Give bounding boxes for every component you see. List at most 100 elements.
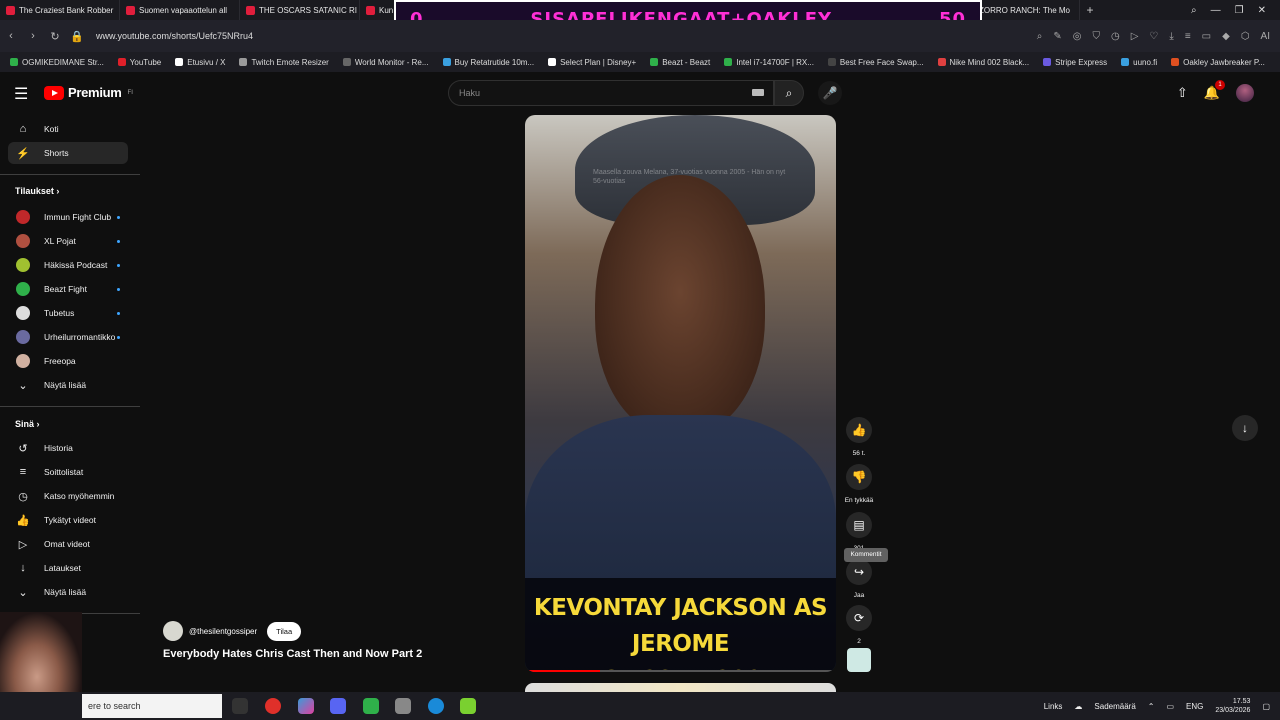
play-icon[interactable]: ▷ — [1131, 31, 1139, 42]
chevron-up-icon[interactable]: ⌃ — [1148, 702, 1155, 711]
bookmark-item[interactable]: Buy Retatrutide 10m... — [442, 58, 534, 67]
hamburger-menu-icon[interactable]: ☰ — [14, 84, 28, 104]
browser-tab[interactable]: Suomen vapaaottelun all — [120, 0, 240, 20]
bookmark-item[interactable]: Twitch Emote Resizer — [239, 58, 329, 67]
shield-icon[interactable]: ⛉ — [1092, 31, 1100, 42]
video-progress-bar[interactable] — [525, 670, 836, 672]
subscriptions-heading[interactable]: Tilaukset › — [15, 186, 59, 196]
lock-icon[interactable]: 🔒 — [66, 30, 88, 43]
maximize-icon[interactable]: ❐ — [1235, 5, 1244, 16]
shield-app-icon[interactable] — [395, 698, 411, 714]
sidebar-subscription[interactable]: Freeopa — [8, 350, 128, 372]
shorts-video-player[interactable]: Maasella zouva Melana, 37-vuotias vuonna… — [525, 115, 836, 672]
clock[interactable]: 17.53 23/03/2026 — [1215, 697, 1250, 715]
bookmark-item[interactable]: Etusivu / X — [175, 58, 225, 67]
network-icon[interactable]: ▭ — [1166, 702, 1174, 711]
keyboard-icon[interactable] — [752, 89, 764, 96]
dislike-button[interactable]: 👎 En tykkää — [844, 464, 874, 504]
close-icon[interactable]: ✕ — [1258, 5, 1266, 16]
sidebar-subscription[interactable]: Immun Fight Club — [8, 206, 128, 228]
search-button[interactable]: ⌕ — [774, 80, 804, 106]
sidebar-subscription[interactable]: Beazt Fight — [8, 278, 128, 300]
reload-icon[interactable]: ↻ — [44, 30, 66, 43]
channel-name[interactable]: @thesilentgossiper — [189, 627, 257, 636]
you-heading[interactable]: Sinä › — [15, 419, 40, 429]
bookmark-item[interactable]: OGMIKEDIMANE Str... — [10, 58, 104, 67]
sidebar-item-you[interactable]: ↺ Historia — [8, 437, 128, 459]
opera-icon[interactable] — [265, 698, 281, 714]
sidebar-subscription[interactable]: Häkissä Podcast — [8, 254, 128, 276]
clock-icon[interactable]: ◷ — [1111, 31, 1120, 42]
forward-icon[interactable]: › — [22, 30, 44, 42]
sidebar-subscription[interactable]: XL Pojat — [8, 230, 128, 252]
screenshot-icon[interactable]: ✎ — [1053, 31, 1061, 42]
notification-center-icon[interactable]: ▢ — [1262, 702, 1270, 711]
voice-search-button[interactable]: 🎤 — [818, 81, 842, 105]
language-label[interactable]: ENG — [1186, 702, 1203, 711]
app-icon[interactable] — [298, 698, 314, 714]
bookmark-item[interactable]: Best Free Face Swap... — [827, 58, 924, 67]
menu-list-icon[interactable]: ≡ — [1185, 31, 1191, 42]
channel-avatar[interactable] — [163, 621, 183, 641]
youtube-premium-logo[interactable]: Premium FI — [44, 85, 133, 100]
discord-icon[interactable] — [330, 698, 346, 714]
bookmark-item[interactable]: Oakley Jawbreaker P... — [1171, 58, 1265, 67]
notifications-button[interactable]: 🔔 1 — [1204, 80, 1225, 101]
search-input[interactable]: Haku — [448, 80, 774, 106]
show-more-button[interactable]: ⌄ Näytä lisää — [8, 581, 128, 603]
camera-icon[interactable]: ◎ — [1073, 31, 1082, 42]
task-view-icon[interactable] — [232, 698, 248, 714]
comments-button[interactable]: ▤ 301 — [844, 512, 874, 552]
extension-icon[interactable]: ◆ — [1222, 31, 1230, 42]
bookmark-item[interactable]: Stripe Express — [1043, 58, 1107, 67]
sidebar-subscription[interactable]: Urheilurromantikko — [8, 326, 128, 348]
share-button[interactable]: ↪ Jaa — [844, 559, 874, 599]
sidebar-subscription[interactable]: Tubetus — [8, 302, 128, 324]
links-label[interactable]: Links — [1044, 702, 1063, 711]
url-field[interactable]: www.youtube.com/shorts/Uefc75NRru4 — [96, 31, 253, 41]
sidebar-item-you[interactable]: 👍 Tykätyt videot — [8, 509, 128, 531]
sidebar-item-you[interactable]: ↓ Lataukset — [8, 557, 128, 579]
account-avatar[interactable] — [1236, 84, 1254, 102]
bookmark-item[interactable]: Select Plan | Disney+ — [548, 58, 636, 67]
taskbar-search[interactable]: ere to search — [82, 694, 222, 718]
sidebar-item-you[interactable]: ▷ Omat videot — [8, 533, 128, 555]
bookmark-item[interactable]: uuno.fi — [1121, 58, 1157, 67]
wallet-icon[interactable]: ▭ — [1202, 31, 1211, 42]
edge-icon[interactable] — [428, 698, 444, 714]
subscribe-button[interactable]: Tilaa — [267, 621, 302, 641]
remix-button[interactable]: ⟳ 2 — [844, 605, 874, 645]
weather-icon[interactable]: ☁ — [1074, 702, 1082, 711]
audio-source-thumbnail[interactable] — [847, 648, 871, 672]
bookmark-item[interactable]: YouTube — [117, 58, 161, 67]
browser-tab[interactable]: The Craziest Bank Robber — [0, 0, 120, 20]
sidebar-item-you[interactable]: ≡ Soittolistat — [8, 461, 128, 483]
window-controls: ⌕ — ❐ ✕ — [1191, 0, 1280, 20]
search-icon[interactable]: ⌕ — [1037, 31, 1043, 42]
bookmark-item[interactable]: World Monitor - Re... — [342, 58, 429, 67]
browser-tab[interactable]: THE OSCARS SATANIC RI — [240, 0, 360, 20]
sidebar-item-home[interactable]: ⌂ Koti — [8, 118, 128, 140]
bookmark-item[interactable]: Beazt - Beazt — [650, 58, 710, 67]
video-title[interactable]: Everybody Hates Chris Cast Then and Now … — [163, 648, 422, 660]
sidebar-item-you[interactable]: ◷ Katso myöhemmin — [8, 485, 128, 507]
cube-icon[interactable]: ⬡ — [1241, 31, 1250, 42]
bookmark-item[interactable]: Intel i7-14700F | RX... — [724, 58, 814, 67]
like-button[interactable]: 👍 56 t. — [844, 417, 874, 457]
bookmark-label: Oakley Jawbreaker P... — [1183, 57, 1265, 67]
sidebar-item-shorts[interactable]: ⚡ Shorts — [8, 142, 128, 164]
bookmark-item[interactable]: Nike Mind 002 Black... — [937, 58, 1029, 67]
minimize-icon[interactable]: — — [1211, 5, 1221, 16]
download-icon[interactable]: ⤓ — [1169, 31, 1173, 42]
upload-icon[interactable]: ⇧ — [1177, 85, 1188, 101]
ai-icon[interactable]: AI — [1261, 31, 1270, 42]
search-tabs-icon[interactable]: ⌕ — [1191, 5, 1197, 16]
play-app-icon[interactable] — [460, 698, 476, 714]
heart-icon[interactable]: ♡ — [1149, 31, 1158, 42]
next-video-button[interactable]: ↓ — [1232, 415, 1258, 441]
weather-label[interactable]: Sademäärä — [1094, 702, 1135, 711]
app-green-icon[interactable] — [363, 698, 379, 714]
back-icon[interactable]: ‹ — [0, 30, 22, 42]
new-tab-icon[interactable]: + — [1080, 3, 1100, 17]
show-more-button[interactable]: ⌄ Näytä lisää — [8, 374, 128, 396]
